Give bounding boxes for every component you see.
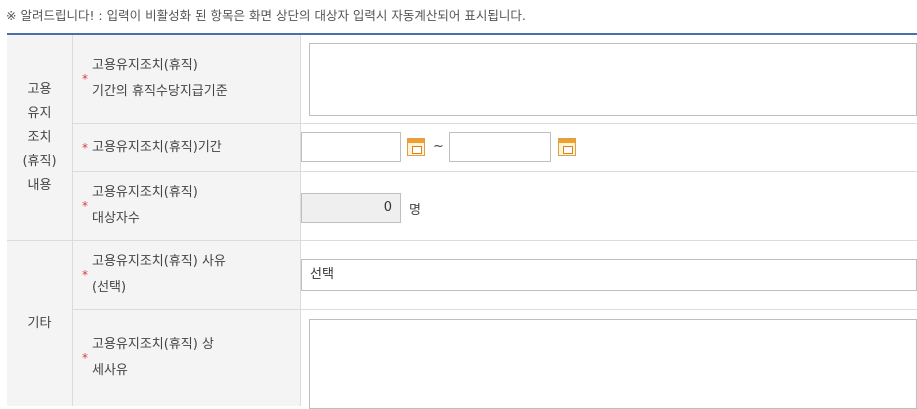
label-detail-reason: * 고용유지조치(휴직) 상 세사유 [73,310,301,406]
target-count-unit: 명 [409,203,421,218]
row-detail-reason [301,310,917,409]
section-employment-header: 고용 유지 조치 (휴직) 내용 [7,35,73,241]
target-count-input: 0 [301,193,401,223]
label-period: * 고용유지조치(휴직)기간 [73,124,301,172]
period-start-input[interactable] [301,132,401,162]
label-allowance-criteria: * 고용유지조치(휴직) 기간의 휴직수당지급기준 [73,35,301,124]
required-mark: * [82,268,88,282]
required-mark: * [82,140,88,155]
label-period-text: 고용유지조치(휴직)기간 [92,139,222,155]
allowance-criteria-textarea[interactable] [309,43,917,116]
label-detail-reason-text: 고용유지조치(휴직) 상 세사유 [92,337,214,378]
required-mark: * [82,199,88,213]
label-reason: * 고용유지조치(휴직) 사유 (선택) [73,241,301,310]
form-table: 고용 유지 조치 (휴직) 내용 * 고용유지조치(휴직) 기간의 휴직수당지급… [7,33,917,409]
required-mark: * [82,351,88,365]
row-period: ~ [301,124,917,172]
label-target-count-text: 고용유지조치(휴직) 대상자수 [92,185,198,226]
section-other-header: 기타 [7,241,73,406]
period-separator: ~ [433,139,444,154]
period-end-input[interactable] [449,132,551,162]
calendar-icon[interactable] [407,138,425,156]
row-target-count: 0 명 [301,172,917,241]
calendar-icon[interactable] [558,138,576,156]
section-employment-label: 고용 유지 조치 (휴직) 내용 [22,81,57,193]
row-allowance-criteria [301,35,917,124]
label-reason-text: 고용유지조치(휴직) 사유 (선택) [92,254,226,295]
section-other-label: 기타 [27,315,52,331]
label-target-count: * 고용유지조치(휴직) 대상자수 [73,172,301,241]
detail-reason-textarea[interactable] [309,319,917,409]
label-allowance-criteria-text: 고용유지조치(휴직) 기간의 휴직수당지급기준 [92,58,228,99]
row-reason: 선택 [301,241,917,310]
notice-text: ※ 알려드립니다! : 입력이 비활성화 된 항목은 화면 상단의 대상자 입력… [6,8,526,23]
required-mark: * [82,72,88,86]
reason-select[interactable]: 선택 [301,259,917,291]
